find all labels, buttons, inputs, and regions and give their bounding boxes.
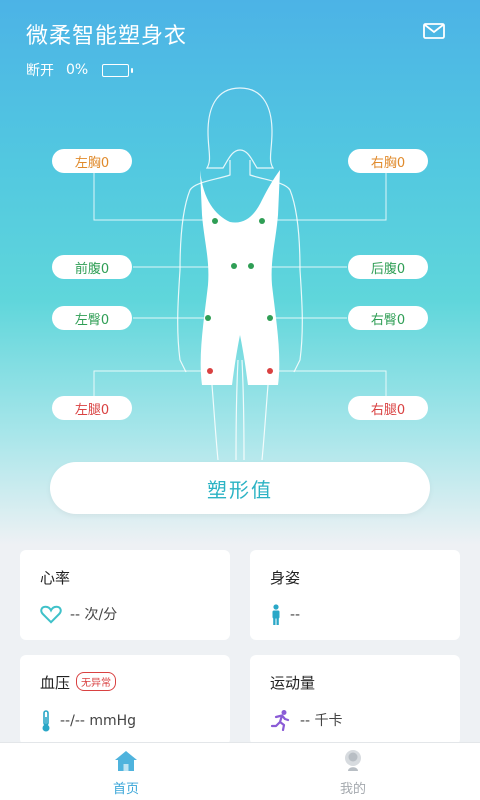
status-badge: 无异常 bbox=[76, 672, 117, 691]
posture-card[interactable]: 身姿 -- bbox=[250, 550, 460, 640]
suit-shape bbox=[200, 170, 280, 385]
sensor-left-hip: 左臀0 bbox=[52, 306, 132, 330]
exercise-value: -- 千卡 bbox=[300, 713, 343, 729]
heart-icon bbox=[40, 605, 62, 624]
battery-percent: 0% bbox=[66, 62, 89, 78]
app-title: 微柔智能塑身衣 bbox=[26, 24, 188, 49]
connection-status: 断开 bbox=[26, 63, 54, 79]
running-icon bbox=[270, 710, 290, 731]
sensor-left-thigh: 左腿0 bbox=[52, 396, 132, 420]
blood-pressure-card[interactable]: 血压 无异常 --/-- mmHg bbox=[20, 655, 230, 745]
posture-value: -- bbox=[290, 607, 301, 623]
battery-icon bbox=[102, 63, 134, 77]
tab-home-label: 首页 bbox=[112, 782, 139, 797]
tab-mine[interactable]: 我的 bbox=[233, 743, 473, 800]
sensor-right-chest: 右胸0 bbox=[348, 149, 428, 173]
thermometer-icon bbox=[42, 710, 50, 732]
mail-icon[interactable] bbox=[422, 20, 446, 42]
heart-rate-value: -- 次/分 bbox=[70, 607, 118, 623]
tab-home[interactable]: 首页 bbox=[6, 743, 246, 800]
body-figure bbox=[93, 87, 387, 461]
heart-rate-title: 心率 bbox=[40, 569, 71, 587]
person-standing-icon bbox=[272, 604, 280, 625]
exercise-title: 运动量 bbox=[270, 674, 316, 692]
tab-mine-label: 我的 bbox=[339, 782, 366, 797]
sensor-left-chest: 左胸0 bbox=[52, 149, 132, 173]
blood-pressure-title: 血压 bbox=[40, 674, 71, 692]
heart-rate-card[interactable]: 心率 -- 次/分 bbox=[20, 550, 230, 640]
sensor-right-thigh: 右腿0 bbox=[348, 396, 428, 420]
posture-title: 身姿 bbox=[270, 569, 301, 587]
exercise-card[interactable]: 运动量 -- 千卡 bbox=[250, 655, 460, 745]
shape-value-button[interactable]: 塑形值 bbox=[50, 462, 430, 514]
sensor-right-hip: 右臀0 bbox=[348, 306, 428, 330]
home-icon bbox=[115, 751, 137, 771]
user-icon bbox=[345, 750, 361, 771]
device-status: 断开 0% bbox=[26, 60, 134, 80]
blood-pressure-value: --/-- mmHg bbox=[60, 713, 137, 729]
bottom-tab-bar: 首页 我的 bbox=[0, 742, 480, 800]
blood-pressure-title-wrap: 血压 无异常 bbox=[40, 672, 117, 693]
sensor-front-abdomen: 前腹0 bbox=[52, 255, 132, 279]
sensor-back-abdomen: 后腹0 bbox=[348, 255, 428, 279]
